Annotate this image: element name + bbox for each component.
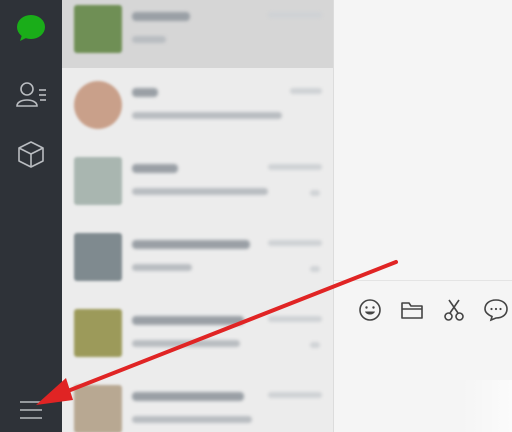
chat-history-icon[interactable] — [483, 297, 509, 323]
chat-list-item[interactable] — [62, 372, 333, 432]
contacts-icon[interactable] — [0, 72, 62, 116]
chat-list-item[interactable] — [62, 296, 333, 372]
folder-icon[interactable] — [399, 297, 425, 323]
favorites-cube-icon[interactable] — [0, 132, 62, 176]
chat-list-item[interactable] — [62, 144, 333, 220]
avatar — [74, 233, 122, 281]
chat-list-item[interactable] — [62, 0, 333, 68]
chat-bubble-icon[interactable] — [0, 6, 62, 50]
scissors-icon[interactable] — [441, 297, 467, 323]
sidebar — [0, 0, 62, 432]
emoji-icon[interactable] — [357, 297, 383, 323]
avatar — [74, 5, 122, 53]
avatar — [74, 157, 122, 205]
avatar — [74, 385, 122, 432]
chat-list-item[interactable] — [62, 220, 333, 296]
avatar — [74, 81, 122, 129]
chat-list-item[interactable] — [62, 68, 333, 144]
chat-area — [334, 0, 512, 432]
edge-highlight — [462, 380, 512, 432]
avatar — [74, 309, 122, 357]
toolbar-divider — [334, 280, 512, 281]
menu-hamburger-icon[interactable] — [0, 388, 62, 432]
chat-list — [62, 0, 334, 432]
